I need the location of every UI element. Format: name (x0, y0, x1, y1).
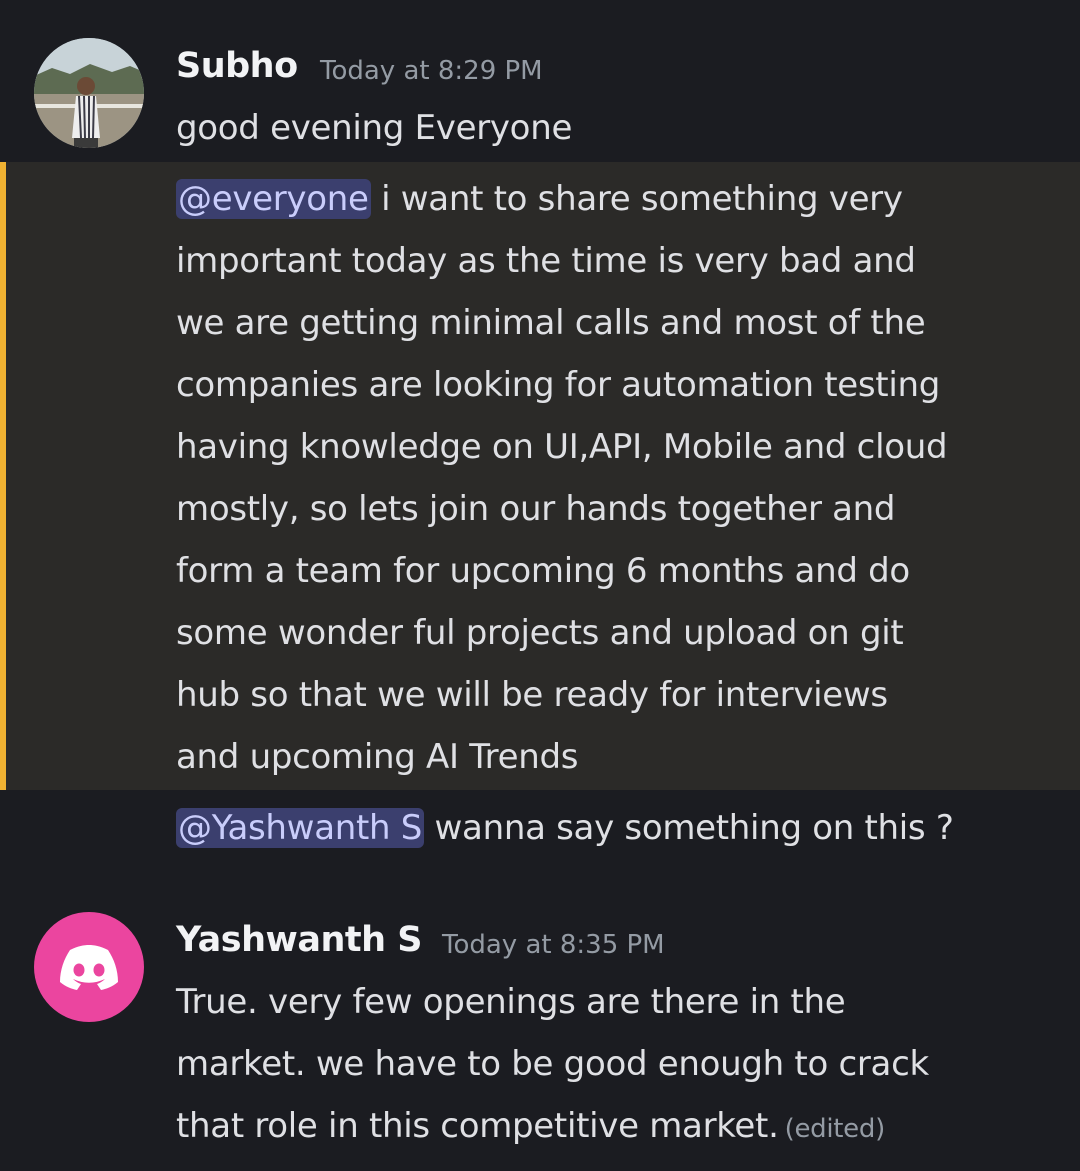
discord-default-avatar-image (60, 945, 118, 990)
message-line: that role in this competitive market. (ed… (176, 1095, 885, 1160)
username-yashwanth[interactable]: Yashwanth S (176, 920, 422, 960)
message-line: and upcoming AI Trends (176, 737, 579, 777)
message-line: @everyone i want to share something very (176, 168, 903, 230)
message-line: True. very few openings are there in the (176, 982, 846, 1022)
message-text: that role in this competitive market. (176, 1106, 779, 1146)
message-line: good evening Everyone (176, 108, 573, 148)
message-line: market. we have to be good enough to cra… (176, 1044, 929, 1084)
timestamp-yashwanth: Today at 8:35 PM (442, 930, 665, 960)
message-text: i want to share something very (370, 179, 903, 219)
message-line: form a team for upcoming 6 months and do (176, 551, 910, 591)
discord-logo-icon[interactable] (34, 912, 144, 1022)
edited-label: (edited) (784, 1114, 886, 1144)
avatar-photo-image (34, 38, 144, 148)
message-line: having knowledge on UI,API, Mobile and c… (176, 427, 948, 467)
message-line: companies are looking for automation tes… (176, 365, 941, 405)
message-yashwanth[interactable]: Yashwanth S Today at 8:35 PM True. very … (0, 880, 1080, 1171)
message-line: hub so that we will be ready for intervi… (176, 675, 888, 715)
username-subho[interactable]: Subho (176, 46, 298, 86)
mention-everyone[interactable]: @everyone (176, 179, 371, 219)
message-line: important today as the time is very bad … (176, 241, 916, 281)
message-line: some wonder ful projects and upload on g… (176, 613, 904, 653)
message-line: we are getting minimal calls and most of… (176, 303, 926, 343)
message-line: @Yashwanth S wanna say something on this… (176, 797, 954, 859)
user-photo-avatar[interactable] (34, 38, 144, 148)
mention-yashwanth[interactable]: @Yashwanth S (176, 808, 425, 848)
timestamp-subho: Today at 8:29 PM (320, 56, 543, 86)
message-line: mostly, so lets join our hands together … (176, 489, 896, 529)
message-subho[interactable]: Subho Today at 8:29 PM good evening Ever… (0, 0, 1080, 860)
message-text: wanna say something on this ? (424, 808, 954, 848)
